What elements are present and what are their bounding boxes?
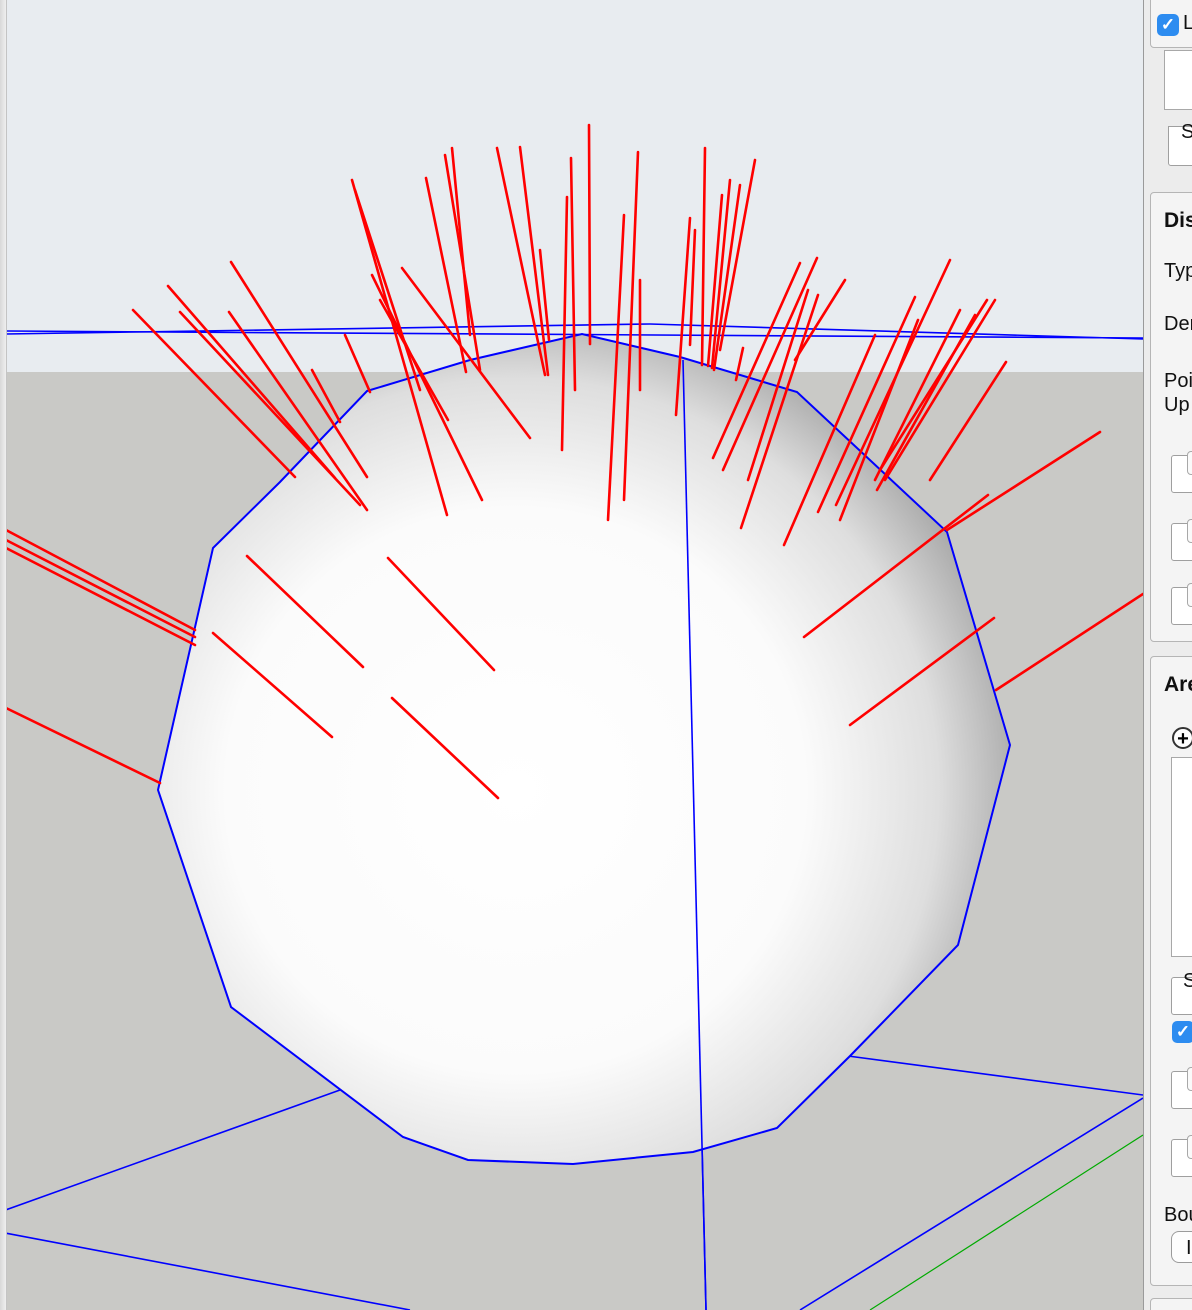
scene-canvas[interactable] <box>0 0 1143 1310</box>
viewport-left-border <box>0 0 7 1310</box>
top-list-box[interactable] <box>1164 50 1192 110</box>
display-group-title: Dis <box>1164 209 1192 232</box>
settings-panel: ✓ L S Dis Typ Der Poi Up Are + S ✓ Bou I <box>1143 0 1192 1310</box>
area-s-label: S <box>1183 969 1192 993</box>
normal-line <box>587 123 592 346</box>
type-label: Typ <box>1164 260 1192 282</box>
area-spinner-1[interactable] <box>1187 1067 1192 1091</box>
display-group: Dis Typ Der Poi Up <box>1150 192 1192 642</box>
area-spinner-2[interactable] <box>1187 1135 1192 1159</box>
top-s-label: S <box>1181 120 1192 144</box>
top-checkbox-label: L <box>1183 11 1192 35</box>
display-spinner-3[interactable] <box>1187 583 1192 607</box>
area-list-box[interactable] <box>1171 757 1192 957</box>
density-label: Der <box>1164 313 1192 335</box>
3d-viewport[interactable] <box>0 0 1143 1310</box>
bounds-label: Bou <box>1164 1204 1192 1226</box>
display-spinner-2[interactable] <box>1187 519 1192 543</box>
next-group <box>1150 1298 1192 1310</box>
area-group: Are + S ✓ Bou I <box>1150 656 1192 1286</box>
top-checkbox[interactable]: ✓ <box>1157 14 1179 36</box>
bounds-button[interactable]: I <box>1171 1231 1192 1263</box>
plus-circle-icon[interactable]: + <box>1172 727 1192 749</box>
display-spinner-1[interactable] <box>1187 451 1192 475</box>
top-group: ✓ L <box>1150 0 1192 48</box>
area-group-title: Are <box>1164 673 1192 696</box>
point-up-label: Poi Up <box>1164 370 1192 416</box>
area-checkbox[interactable]: ✓ <box>1172 1021 1192 1043</box>
